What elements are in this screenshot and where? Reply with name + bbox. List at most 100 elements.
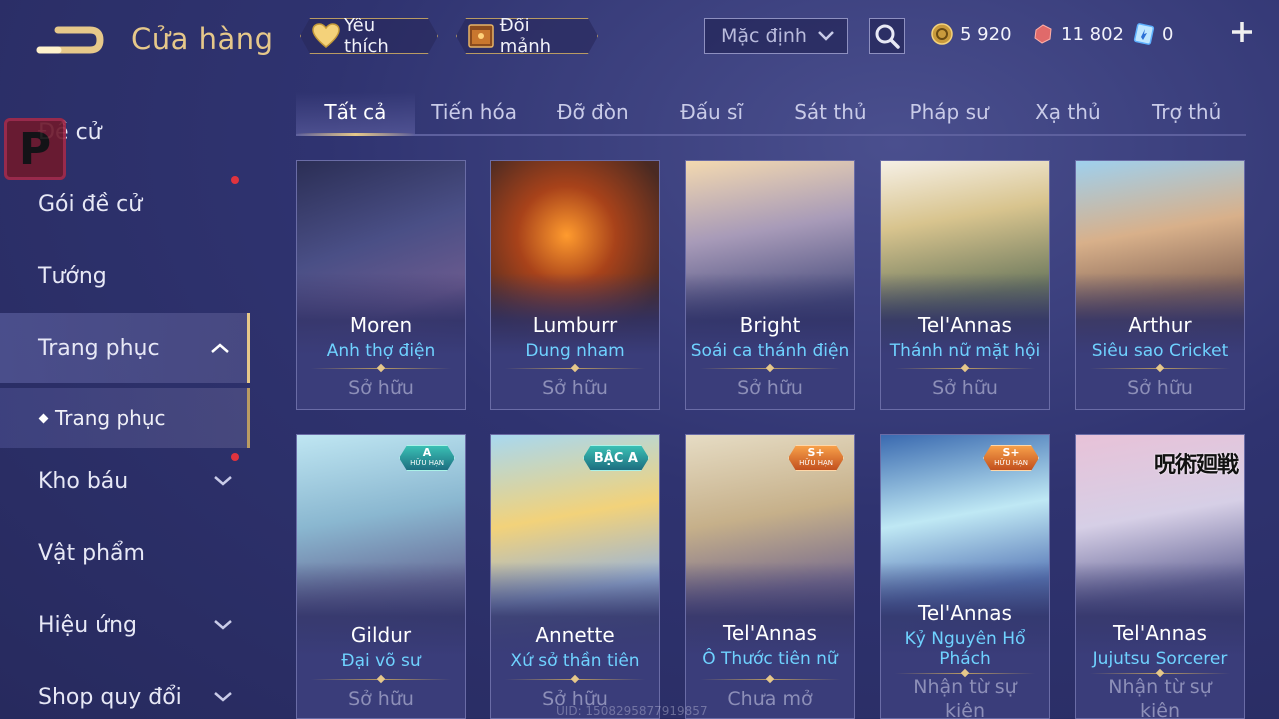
tier-badge: BẬC A [583,445,649,471]
search-icon [875,24,900,49]
voucher-currency: 11 802 [1031,20,1124,48]
skin-card[interactable]: Moren Anh thợ điện Sở hữu [296,160,466,410]
tab-assassin[interactable]: Sát thủ [771,92,890,134]
red-gem-icon [1031,22,1055,46]
skin-card[interactable]: BẬC A Annette Xứ sở thần tiên Sở hữu [490,434,660,719]
skin-card[interactable]: Tel'Annas Thánh nữ mặt hội Sở hữu [880,160,1050,410]
collab-logo: 呪術廻戦 [1153,453,1239,478]
sidebar-subitem-skins[interactable]: Trang phục [0,388,250,448]
skin-card[interactable]: A HỮU HẠN Gildur Đại võ sư Sở hữu [296,434,466,719]
divider [505,679,645,680]
tier-badge: A HỮU HẠN [399,445,455,471]
shard-exchange-label: Đổi mảnh [499,15,552,57]
sidebar-item-label: Gói đề cử [38,191,143,217]
skin-name: Siêu sao Cricket [1091,341,1229,361]
tier-badge: S+ HỮU HẠN [983,445,1039,471]
divider [700,368,840,369]
ownership-status: Sở hữu [348,377,414,399]
divider [505,368,645,369]
hero-name: Bright [739,313,801,337]
hero-name: Gildur [350,623,412,647]
skin-name: Ô Thước tiên nữ [702,649,838,669]
tab-evolution[interactable]: Tiến hóa [415,92,534,134]
tab-warrior[interactable]: Đấu sĩ [652,92,771,134]
ownership-status: Nhận từ sự kiện [913,676,1017,719]
tab-marksman[interactable]: Xạ thủ [1009,92,1128,134]
sort-dropdown[interactable]: Mặc định [704,18,848,54]
heart-icon [311,21,340,51]
skin-name: Kỷ Nguyên Hổ Phách [904,629,1026,669]
shard-exchange-button[interactable]: Đổi mảnh [456,18,598,54]
hero-name: Lumburr [532,313,618,337]
hero-name: Tel'Annas [918,601,1012,625]
divider [895,673,1035,674]
skin-card[interactable]: Arthur Siêu sao Cricket Sở hữu [1075,160,1245,410]
sidebar-subitem-label: Trang phục [55,406,166,430]
hero-name: Moren [349,313,413,337]
skin-name: Soái ca thánh điện [690,341,850,361]
tab-mage[interactable]: Pháp sư [890,92,1009,134]
ownership-status: Chưa mở [727,688,813,710]
sidebar-item-heroes[interactable]: Tướng [0,241,250,311]
notification-dot [231,453,239,461]
sidebar-item-exchange-shop[interactable]: Shop quy đổi [0,662,250,719]
ownership-status: Sở hữu [348,688,414,710]
ownership-status: Sở hữu [542,377,608,399]
sidebar: Đề cử P Gói đề cử Tướng Trang phục Trang… [0,0,252,719]
sidebar-item-label: Tướng [38,263,107,289]
chevron-down-icon [817,25,835,47]
divider [1090,368,1230,369]
chevron-down-icon [212,470,234,492]
skin-name: Đại võ sư [341,651,421,671]
skin-name: Xứ sở thần tiên [510,651,640,671]
favorites-label: Yêu thích [344,15,389,57]
hero-name: Annette [535,623,615,647]
chevron-up-icon [209,337,231,359]
tab-support[interactable]: Trợ thủ [1127,92,1246,134]
search-button[interactable] [869,18,905,54]
sidebar-item-skins[interactable]: Trang phục [0,313,250,383]
divider [311,679,451,680]
hero-name: Arthur [1128,313,1192,337]
ownership-status: Sở hữu [932,377,998,399]
category-tabs: Tất cả Tiến hóa Đỡ đòn Đấu sĩ Sát thủ Ph… [296,92,1246,136]
skin-card[interactable]: Bright Soái ca thánh điện Sở hữu [685,160,855,410]
sidebar-item-label: Hiệu ứng [38,612,137,638]
divider [895,368,1035,369]
voucher-amount: 11 802 [1061,23,1124,45]
skin-card[interactable]: S+ HỮU HẠN Tel'Annas Kỷ Nguyên Hổ Phách … [880,434,1050,719]
skin-name: Dung nham [525,341,625,361]
divider [311,368,451,369]
add-currency-button[interactable] [1228,20,1256,48]
skin-card[interactable]: Lumburr Dung nham Sở hữu [490,160,660,410]
skin-card[interactable]: S+ HỮU HẠN Tel'Annas Ô Thước tiên nữ Chư… [685,434,855,719]
treasure-chest-icon [467,21,496,51]
sidebar-item-label: Vật phẩm [38,540,145,566]
ticket-icon [1132,22,1156,46]
tab-tank[interactable]: Đỡ đòn [534,92,653,134]
ownership-status: Sở hữu [1127,377,1193,399]
sidebar-item-label: Trang phục [38,335,160,361]
chevron-down-icon [212,614,234,636]
notification-dot [231,176,239,184]
tab-all[interactable]: Tất cả [296,92,415,136]
favorites-button[interactable]: Yêu thích [300,18,438,54]
hero-name: Tel'Annas [1113,621,1207,645]
player-uid: UID: 1508295877919857 [556,704,708,718]
sidebar-item-effects[interactable]: Hiệu ứng [0,590,250,660]
sidebar-item-featured-bundles[interactable]: Gói đề cử [0,169,250,239]
gold-amount: 5 920 [960,23,1012,45]
sidebar-item-items[interactable]: Vật phẩm [0,518,250,588]
skin-grid: Moren Anh thợ điện Sở hữu Lumburr Dung n… [296,160,1246,719]
ticket-currency: 0 [1132,20,1173,48]
gold-coin-icon [930,22,954,46]
chevron-down-icon [212,686,234,708]
sidebar-item-label: Shop quy đổi [38,684,182,710]
skin-name: Anh thợ điện [326,341,436,361]
sidebar-item-treasure[interactable]: Kho báu [0,446,250,516]
skin-name: Jujutsu Sorcerer [1092,649,1228,669]
divider [700,679,840,680]
skin-card[interactable]: 呪術廻戦 Tel'Annas Jujutsu Sorcerer Nhận từ … [1075,434,1245,719]
hero-name: Tel'Annas [918,313,1012,337]
ownership-status: Nhận từ sự kiện [1108,676,1212,719]
